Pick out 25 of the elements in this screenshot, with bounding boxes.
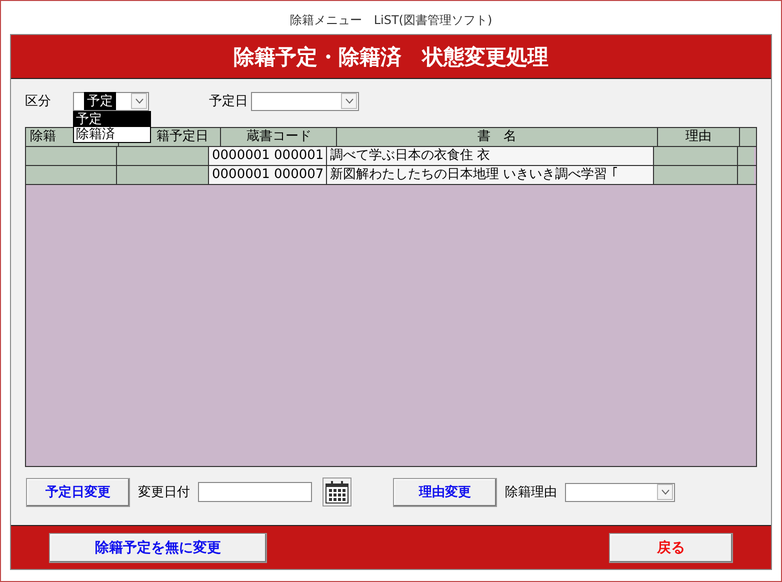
change-reason-button[interactable]: 理由変更 xyxy=(393,478,497,506)
change-date-button[interactable]: 予定日変更 xyxy=(26,478,130,506)
column-header: 書 名 xyxy=(337,128,658,146)
reason-dropdown[interactable] xyxy=(565,482,675,502)
column-header xyxy=(740,128,756,146)
table-cell: 0000001 000007 xyxy=(209,166,327,184)
calendar-icon[interactable] xyxy=(322,477,352,507)
category-label: 区分 xyxy=(25,93,51,110)
table-cell xyxy=(738,147,754,165)
window-title: 除籍メニュー LiST(図書管理ソフト) xyxy=(288,12,494,29)
column-header: 蔵書コード xyxy=(221,128,338,146)
change-date-label: 変更日付 xyxy=(138,484,190,501)
date-dropdown[interactable] xyxy=(251,92,359,110)
table-cell: 0000001 000001 xyxy=(209,147,327,165)
dropdown-option[interactable]: 予定 xyxy=(74,112,150,126)
reason-label: 除籍理由 xyxy=(505,484,557,501)
back-button[interactable]: 戻る xyxy=(609,532,733,562)
table-cell: 新図解わたしたちの日本地理 いきいき調べ学習 ｢ xyxy=(327,166,654,184)
cancel-schedule-button[interactable]: 除籍予定を無に変更 xyxy=(49,532,267,562)
table-cell: 調べて学ぶ日本の衣食住 衣 xyxy=(327,147,654,165)
change-date-field[interactable] xyxy=(198,482,312,502)
date-label: 予定日 xyxy=(209,93,248,110)
table-cell xyxy=(738,166,754,184)
column-header: 理由 xyxy=(658,128,740,146)
form-title: 除籍予定・除籍済 状態変更処理 xyxy=(234,42,548,70)
